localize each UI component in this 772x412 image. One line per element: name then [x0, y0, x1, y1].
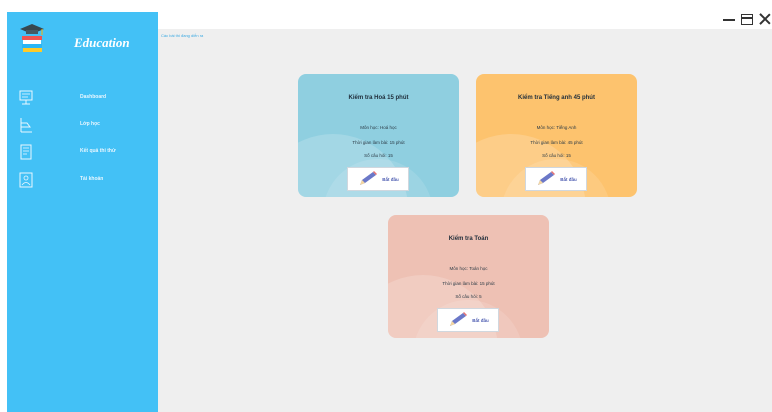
card-subject: Môn học: Toán học: [449, 266, 488, 271]
sidebar-item-account[interactable]: Tài khoản: [7, 172, 158, 190]
card-time: Thời gian làm bài: 15 phút: [442, 281, 495, 286]
card-questions: Số câu hỏi: 15: [542, 153, 571, 158]
results-icon: [20, 144, 32, 160]
sidebar-item-label: Tài khoản: [80, 176, 104, 182]
breadcrumb[interactable]: Các bài thi đang diễn ra: [161, 33, 203, 38]
card-subject: Môn học: Hoá học: [360, 125, 397, 130]
account-icon: [19, 172, 33, 188]
start-button[interactable]: Bắt đầu: [347, 167, 409, 191]
sidebar-item-label: Dashboard: [80, 94, 107, 100]
window-controls: [722, 12, 772, 26]
pencil-icon: [538, 171, 556, 185]
app-logo: [19, 22, 45, 54]
start-button-label: Bắt đầu: [560, 176, 577, 182]
card-title: Kiểm tra Toán: [448, 236, 489, 242]
exam-card-math: Kiểm tra Toán Môn học: Toán học Thời gia…: [388, 215, 549, 338]
maximize-icon[interactable]: [740, 12, 754, 26]
sidebar-item-dashboard[interactable]: Dashboard: [7, 90, 158, 108]
card-title: Kiểm tra Hoá 15 phút: [348, 95, 409, 101]
pencil-icon: [360, 171, 378, 185]
class-icon: [20, 118, 32, 133]
card-questions: Số câu hỏi: 15: [364, 153, 393, 158]
sidebar: Education Dashboard Lớp học Kết quả thi …: [7, 12, 158, 412]
sidebar-item-class[interactable]: Lớp học: [7, 117, 158, 135]
card-questions: Số câu hỏi: 5: [455, 294, 482, 299]
sidebar-item-results[interactable]: Kết quả thi thử: [7, 144, 158, 162]
minimize-icon[interactable]: [722, 12, 736, 26]
start-button[interactable]: Bắt đầu: [437, 308, 499, 332]
start-button-label: Bắt đầu: [472, 317, 489, 323]
start-button[interactable]: Bắt đầu: [525, 167, 587, 191]
app-title: Education: [74, 35, 130, 50]
card-subject: Môn học: Tiếng Anh: [536, 125, 577, 130]
exam-card-chemistry: Kiểm tra Hoá 15 phút Môn học: Hoá học Th…: [298, 74, 459, 197]
start-button-label: Bắt đầu: [382, 176, 399, 182]
dashboard-icon: [19, 90, 33, 105]
card-time: Thời gian làm bài: 45 phút: [530, 140, 583, 145]
close-icon[interactable]: [758, 12, 772, 26]
pencil-icon: [450, 312, 468, 326]
graduation-books-icon: [20, 24, 44, 52]
card-time: Thời gian làm bài: 15 phút: [352, 140, 405, 145]
exam-card-english: Kiểm tra Tiếng anh 45 phút Môn học: Tiến…: [476, 74, 637, 197]
card-title: Kiểm tra Tiếng anh 45 phút: [518, 95, 595, 101]
sidebar-item-label: Kết quả thi thử: [80, 148, 116, 154]
sidebar-item-label: Lớp học: [80, 121, 100, 127]
